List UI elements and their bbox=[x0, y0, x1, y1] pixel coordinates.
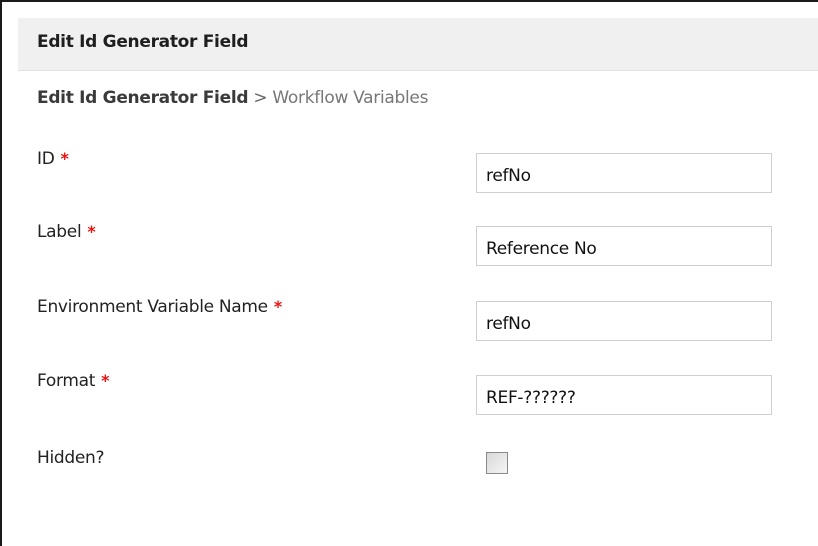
field-label-environment-variable-name: Environment Variable Name * bbox=[37, 297, 282, 317]
hidden-checkbox[interactable] bbox=[486, 452, 508, 474]
breadcrumb-current: Edit Id Generator Field bbox=[37, 88, 249, 108]
dialog-title: Edit Id Generator Field bbox=[37, 32, 249, 52]
id-input[interactable] bbox=[476, 153, 772, 193]
breadcrumb-separator: > bbox=[253, 88, 268, 108]
required-marker: * bbox=[273, 297, 282, 316]
required-marker: * bbox=[60, 149, 69, 168]
dialog-header: Edit Id Generator Field bbox=[18, 18, 818, 71]
form-row-environment-variable: Environment Variable Name * bbox=[37, 297, 817, 341]
field-label-hidden: Hidden? bbox=[37, 448, 105, 468]
form-row-hidden: Hidden? bbox=[37, 448, 817, 492]
required-marker: * bbox=[101, 371, 110, 390]
breadcrumb-workflow-variables[interactable]: Workflow Variables bbox=[272, 88, 428, 108]
field-label-label: Label * bbox=[37, 222, 96, 242]
dialog-frame: Edit Id Generator Field Edit Id Generato… bbox=[0, 0, 818, 546]
format-input[interactable] bbox=[476, 375, 772, 415]
label-input[interactable] bbox=[476, 226, 772, 266]
field-label-format: Format * bbox=[37, 371, 110, 391]
field-label-id: ID * bbox=[37, 149, 69, 169]
form-row-id: ID * bbox=[37, 149, 817, 193]
form-row-label: Label * bbox=[37, 222, 817, 266]
environment-variable-name-input[interactable] bbox=[476, 301, 772, 341]
required-marker: * bbox=[87, 222, 96, 241]
form-row-format: Format * bbox=[37, 371, 817, 415]
breadcrumb: Edit Id Generator Field > Workflow Varia… bbox=[37, 88, 428, 108]
